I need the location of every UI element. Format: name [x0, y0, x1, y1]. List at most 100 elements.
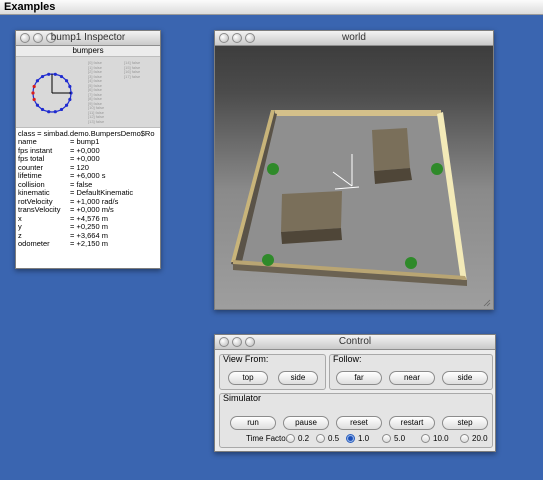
property-list: class = simbad.demo.BumpersDemo$Ro name =… — [16, 128, 160, 249]
follow-group: Follow: far near side — [329, 354, 493, 390]
time-factor-option-label: 5.0 — [394, 434, 406, 443]
obstacle-box — [372, 128, 410, 171]
world-titlebar[interactable]: world — [215, 31, 493, 46]
bumper-dot — [32, 84, 36, 89]
bumper-dot — [64, 103, 69, 107]
property-row: transVelocity = +0,000 m/s — [18, 206, 158, 215]
property-key: odometer — [18, 240, 50, 248]
bumper-dot — [59, 74, 64, 79]
bumper-dot — [64, 79, 69, 83]
property-row: z = +3,664 m — [18, 232, 158, 241]
control-body: View From: top side Follow: far near sid… — [215, 350, 495, 451]
time-factor-option-label: 10.0 — [433, 434, 449, 443]
simulator-group: Simulator run pause reset restart step T… — [219, 393, 493, 448]
simulator-label: Simulator — [223, 393, 262, 403]
robot — [262, 254, 274, 266]
time-factor-radio[interactable] — [316, 434, 325, 443]
sensor-readings: [0] false [1] false [2] false [3] false [4] … — [88, 60, 158, 125]
class-line: class = simbad.demo.BumpersDemo$Ro — [18, 129, 155, 138]
inspector-title: bump1 Inspector — [50, 32, 126, 43]
time-factor-radio[interactable] — [346, 434, 355, 443]
property-row: odometer = +2,150 m — [18, 240, 158, 249]
reset-button[interactable]: reset — [336, 416, 382, 430]
bumper-dot — [53, 110, 57, 114]
restart-button[interactable]: restart — [389, 416, 435, 430]
world-title: world — [342, 32, 366, 43]
bumper-ring-diagram — [31, 72, 73, 114]
world-scene — [231, 110, 467, 286]
property-value: = +0,000 — [70, 146, 100, 155]
world-3d-view[interactable] — [215, 46, 493, 309]
control-window: Control View From: top side Follow: far … — [214, 334, 496, 452]
property-row: y = +0,250 m — [18, 223, 158, 232]
run-button[interactable]: run — [230, 416, 276, 430]
follow-far-button[interactable]: far — [336, 371, 382, 385]
property-value: = +4,576 m — [70, 214, 108, 223]
property-key: fps total — [18, 155, 45, 163]
bumper-dot — [68, 97, 72, 102]
bumper-dot — [68, 84, 72, 89]
property-value: = DefaultKinematic — [70, 189, 134, 197]
property-value: = +0,000 m/s — [70, 206, 114, 214]
follow-near-button[interactable]: near — [389, 371, 435, 385]
time-factor-option-label: 1.0 — [358, 434, 370, 443]
sensor-reading: [13] false — [88, 118, 105, 124]
time-factor-radio[interactable] — [421, 434, 430, 443]
time-factor-radio[interactable] — [286, 434, 295, 443]
bumper-dot — [40, 74, 45, 79]
robot — [405, 257, 417, 269]
time-factor-option-label: 0.5 — [328, 434, 340, 443]
inspector-window: bump1 Inspector bumpers [0] false [1] fal… — [15, 30, 161, 269]
menu-bar: Examples — [0, 0, 543, 15]
view-top-button[interactable]: top — [228, 371, 268, 385]
bumper-dot — [53, 72, 57, 76]
world-window: world — [214, 30, 494, 310]
property-row: x = +4,576 m — [18, 215, 158, 224]
app-title[interactable]: Examples — [4, 1, 55, 13]
property-value: = +0,000 — [70, 155, 100, 163]
property-key: z — [18, 231, 22, 240]
property-key: name — [18, 138, 37, 146]
property-key: transVelocity — [18, 206, 61, 214]
view-side-button[interactable]: side — [278, 371, 318, 385]
bumper-dot — [35, 79, 40, 83]
property-row: fps total = +0,000 — [18, 155, 158, 164]
property-key: y — [18, 223, 22, 231]
inspector-titlebar[interactable]: bump1 Inspector — [16, 31, 160, 46]
robot — [431, 163, 443, 175]
time-factor-radio[interactable] — [382, 434, 391, 443]
pause-button[interactable]: pause — [283, 416, 329, 430]
sensor-column-1: [0] false [1] false [2] false [3] false [4] … — [88, 60, 105, 124]
bumper-dot — [40, 107, 45, 112]
follow-label: Follow: — [333, 354, 362, 364]
property-key: fps instant — [18, 146, 53, 155]
time-factor-option-label: 0.2 — [298, 434, 310, 443]
obstacle-box — [281, 191, 342, 232]
property-value: = +1,000 rad/s — [70, 197, 119, 206]
bumper-sensor-panel: [0] false [1] false [2] false [3] false [4] … — [16, 56, 160, 128]
control-titlebar[interactable]: Control — [215, 335, 495, 350]
step-button[interactable]: step — [442, 416, 488, 430]
property-key: kinematic — [18, 189, 50, 197]
time-factor-label: Time Factor — [246, 434, 289, 443]
follow-side-button[interactable]: side — [442, 371, 488, 385]
time-factor-radio[interactable] — [460, 434, 469, 443]
property-value: = bump1 — [70, 138, 100, 146]
property-key: counter — [18, 163, 44, 172]
bumper-dot — [59, 107, 64, 112]
property-row: collision = false — [18, 181, 158, 190]
resize-grip-icon[interactable] — [483, 299, 491, 307]
bumper-dot — [31, 91, 35, 95]
property-key: collision — [18, 180, 45, 189]
property-row: name = bump1 — [18, 138, 158, 147]
bumper-dot — [35, 103, 40, 107]
bumper-dot — [32, 97, 36, 102]
sensor-reading: [17] false — [124, 73, 141, 79]
view-from-label: View From: — [223, 354, 269, 364]
property-value: = +3,664 m — [70, 231, 108, 240]
control-title: Control — [338, 336, 372, 347]
back-wall — [275, 110, 441, 116]
bumper-dot — [47, 72, 51, 76]
sensor-title: bumpers — [16, 46, 160, 56]
property-value: = +6,000 s — [70, 172, 106, 180]
